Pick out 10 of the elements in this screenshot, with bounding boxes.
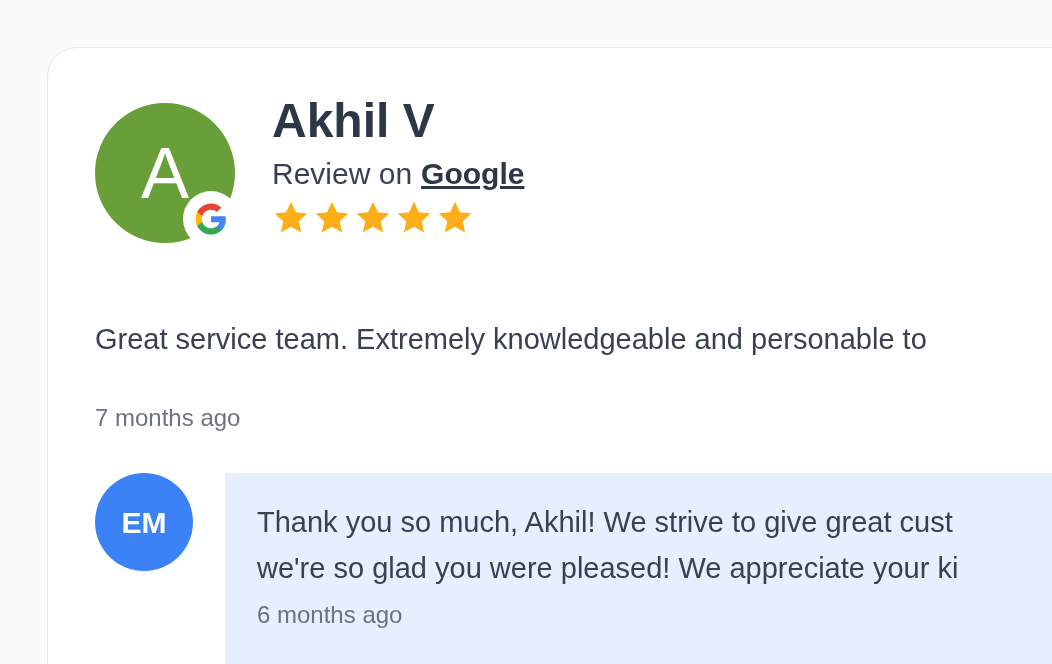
reply-text: Thank you so much, Akhil! We strive to give great cust <box>257 505 953 540</box>
review-source-label: Review on <box>272 156 413 192</box>
reply-time: 6 months ago <box>257 601 403 629</box>
reply-text: we're so glad you were pleased! We appreciate your ki <box>257 551 959 586</box>
owner-avatar: EM <box>95 473 193 571</box>
reviewer-name: Akhil V <box>272 93 436 149</box>
google-link[interactable]: Google <box>421 155 525 193</box>
review-time: 7 months ago <box>95 403 242 433</box>
google-g-icon <box>194 202 228 236</box>
review-text: Great service team. Extremely knowledgeable and personable to <box>95 322 928 357</box>
